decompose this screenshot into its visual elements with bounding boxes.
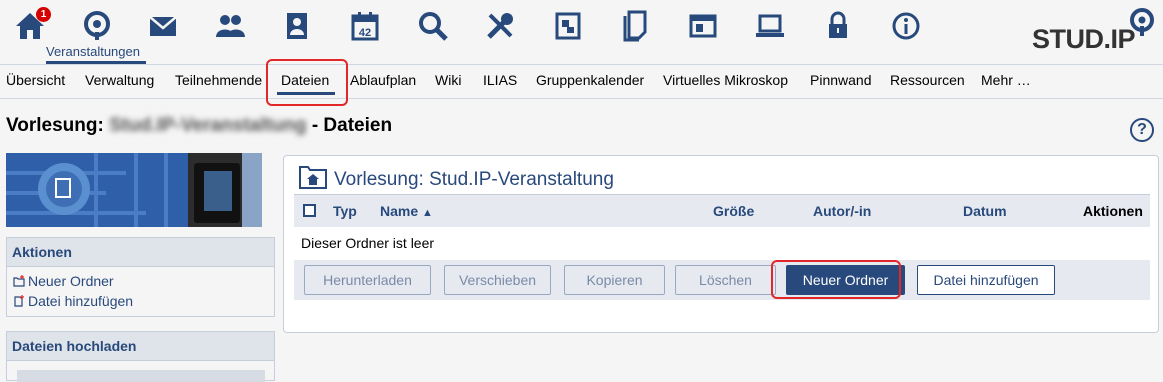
browse-icon[interactable] xyxy=(552,10,584,42)
column-header-author[interactable]: Autor/-in xyxy=(813,203,871,219)
tab-uebersicht[interactable]: Übersicht xyxy=(6,72,65,88)
studip-logo[interactable]: STUD.IP xyxy=(1032,6,1156,58)
tab-ilias[interactable]: ILIAS xyxy=(483,72,517,88)
upload-dropzone[interactable] xyxy=(17,370,265,382)
info-icon[interactable] xyxy=(890,10,922,42)
tab-virtuelles-mikroskop[interactable]: Virtuelles Mikroskop xyxy=(663,72,788,88)
select-all-checkbox[interactable] xyxy=(303,204,316,217)
tab-ressourcen[interactable]: Ressourcen xyxy=(890,72,965,88)
tools-icon[interactable] xyxy=(484,10,516,42)
table-header: Typ Name ▲ Größe Autor/-in Datum Aktione… xyxy=(294,194,1150,227)
course-image-graphic xyxy=(6,153,262,227)
page-title-prefix: Vorlesung: xyxy=(6,115,104,136)
notification-badge: 1 xyxy=(36,7,51,22)
tab-highlight-annotation xyxy=(266,59,348,106)
logo-mark-icon xyxy=(1130,8,1154,36)
admin-icon[interactable] xyxy=(687,10,719,42)
sidebar-actions-widget: Aktionen Neuer Ordner Datei hinzufügen xyxy=(6,237,275,317)
tab-pinnwand[interactable]: Pinnwand xyxy=(810,72,872,88)
sidebar-upload-title: Dateien hochladen xyxy=(7,332,274,361)
column-header-name-label: Name xyxy=(380,203,419,219)
new-folder-highlight-annotation xyxy=(771,260,901,299)
folder-home-icon xyxy=(299,166,327,189)
files-icon[interactable] xyxy=(619,10,651,42)
profile-icon[interactable] xyxy=(281,10,313,42)
delete-button[interactable]: Löschen xyxy=(675,265,776,295)
files-table-card: Vorlesung: Stud.IP-Veranstaltung Typ Nam… xyxy=(283,155,1159,333)
calendar-icon[interactable]: 42 xyxy=(349,10,381,42)
column-header-actions: Aktionen xyxy=(1083,203,1143,219)
copy-button[interactable]: Kopieren xyxy=(564,265,665,295)
column-header-date[interactable]: Datum xyxy=(963,203,1007,219)
lock-icon[interactable] xyxy=(822,10,854,42)
tab-wiki[interactable]: Wiki xyxy=(435,72,461,88)
column-header-name[interactable]: Name ▲ xyxy=(380,203,433,219)
page-title-course-name: Stud.IP-Veranstaltung xyxy=(109,115,307,136)
messages-icon[interactable] xyxy=(147,10,179,42)
sidebar-actions-title: Aktionen xyxy=(7,238,274,267)
tab-gruppenkalender[interactable]: Gruppenkalender xyxy=(536,72,644,88)
courses-icon[interactable] xyxy=(81,10,113,42)
sidebar-add-file-label: Datei hinzufügen xyxy=(28,293,134,309)
folder-caption: Vorlesung: Stud.IP-Veranstaltung xyxy=(334,169,614,190)
search-icon[interactable] xyxy=(417,10,449,42)
sidebar-new-folder-link[interactable]: Neuer Ordner xyxy=(13,273,114,289)
tab-teilnehmende[interactable]: Teilnehmende xyxy=(175,72,262,88)
add-file-button[interactable]: Datei hinzufügen xyxy=(917,265,1055,295)
sidebar-upload-widget: Dateien hochladen xyxy=(6,331,275,382)
download-button[interactable]: Herunterladen xyxy=(304,265,431,295)
page-title: Vorlesung: Stud.IP-Veranstaltung - Datei… xyxy=(6,115,392,137)
tab-ablaufplan[interactable]: Ablaufplan xyxy=(350,72,416,88)
sidebar-add-file-link[interactable]: Datei hinzufügen xyxy=(13,293,133,309)
tab-verwaltung[interactable]: Verwaltung xyxy=(85,72,154,88)
column-header-type[interactable]: Typ xyxy=(333,203,357,219)
empty-folder-message: Dieser Ordner ist leer xyxy=(301,235,435,251)
help-icon[interactable]: ? xyxy=(1130,118,1154,142)
community-icon[interactable] xyxy=(214,10,246,42)
column-header-size[interactable]: Größe xyxy=(713,203,754,219)
page-title-suffix: - Dateien xyxy=(311,115,393,136)
sort-ascending-icon: ▲ xyxy=(422,207,433,219)
top-navigation: 1 Veranstaltungen 42 STUD.IP xyxy=(0,0,1163,64)
add-file-icon xyxy=(14,295,24,307)
svg-text:42: 42 xyxy=(359,27,371,39)
move-button[interactable]: Verschieben xyxy=(444,265,551,295)
logo-text: STUD.IP xyxy=(1032,24,1136,54)
computer-icon[interactable] xyxy=(754,10,786,42)
tab-mehr[interactable]: Mehr … xyxy=(981,72,1031,88)
new-folder-icon xyxy=(13,275,25,287)
sidebar-new-folder-label: Neuer Ordner xyxy=(28,273,114,289)
sidebar-course-image xyxy=(6,153,262,227)
nav-active-label[interactable]: Veranstaltungen xyxy=(46,44,140,59)
table-footer-actions: Herunterladen Verschieben Kopieren Lösch… xyxy=(294,260,1150,300)
course-tab-bar: Übersicht Verwaltung Teilnehmende Dateie… xyxy=(0,64,1163,99)
